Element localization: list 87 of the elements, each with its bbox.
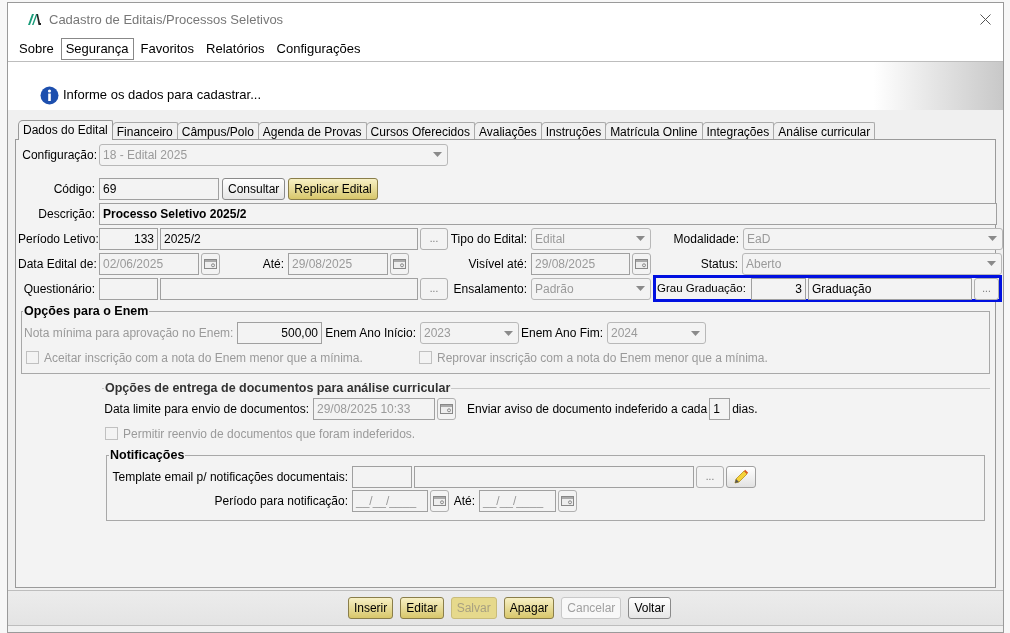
menu-item[interactable]: Favoritos: [135, 37, 200, 60]
checkbox-label: Reprovar inscrição com a nota do Enem menor que a mínima.: [437, 349, 768, 367]
info-icon: [40, 86, 59, 105]
action-button[interactable]: Consultar: [222, 177, 286, 200]
caret-icon: [636, 286, 645, 291]
field-label: Período para notificação:: [213, 493, 349, 510]
field-label: Descrição:: [37, 205, 96, 223]
calendar-icon: [433, 496, 446, 506]
calendar-button[interactable]: [437, 398, 456, 421]
menu-item[interactable]: Segurança: [60, 37, 134, 60]
input-field[interactable]: Processo Seletivo 2025/2: [99, 202, 997, 225]
close-icon[interactable]: [980, 14, 991, 25]
days-label: dias.: [732, 401, 758, 419]
action-button[interactable]: Editar: [400, 597, 444, 619]
tab[interactable]: Integrações: [701, 122, 775, 140]
field-label: Configuração:: [21, 146, 98, 164]
field-label: Visível até:: [467, 255, 528, 273]
tab[interactable]: Câmpus/Polo: [176, 122, 259, 140]
input-field[interactable]: [352, 465, 412, 488]
input-field[interactable]: Graduação: [808, 277, 972, 300]
field-label: Até:: [452, 493, 476, 510]
menu-item[interactable]: Sobre: [14, 37, 59, 60]
tab[interactable]: Instruções: [540, 122, 607, 140]
action-button[interactable]: Replicar Edital: [288, 177, 378, 200]
caret-icon: [691, 330, 700, 336]
action-button[interactable]: Inserir: [347, 597, 394, 619]
checkbox-label: Aceitar inscrição com a nota do Enem menor que a mínima.: [44, 349, 363, 367]
calendar-button[interactable]: [390, 252, 409, 275]
notice-label: Enviar aviso de documento indeferido a cada: [467, 401, 708, 419]
field-label: Enem Ano Início:: [324, 325, 417, 343]
group-title: Opções para o Enem: [23, 303, 150, 320]
field-label: Questionário:: [22, 280, 96, 298]
field-label: Até:: [261, 255, 285, 273]
menu-item[interactable]: Relatórios: [201, 37, 270, 60]
field-label: Template email p/ notificações documentais:: [111, 468, 349, 486]
caret-icon: [504, 330, 513, 336]
browse-button[interactable]: ...: [420, 227, 448, 250]
caret-icon: [988, 236, 997, 241]
calendar-icon: [393, 258, 406, 269]
input-field[interactable]: 69: [99, 177, 219, 200]
browse-button[interactable]: ...: [420, 277, 448, 300]
action-button[interactable]: Voltar: [628, 597, 672, 619]
info-message: Informe os dados para cadastrar...: [63, 85, 261, 104]
calendar-button[interactable]: [430, 490, 449, 512]
input-field[interactable]: 2025/2: [160, 227, 418, 250]
field-label: Modalidade:: [672, 230, 740, 248]
caret-icon: [433, 152, 442, 157]
input-field[interactable]: [99, 277, 158, 300]
checkbox-label: Permitir reenvio de documentos que foram indeferidos.: [123, 425, 416, 443]
field-label: Grau Graduação:: [657, 280, 747, 296]
input-field[interactable]: 133: [99, 227, 158, 250]
window-title: Cadastro de Editais/Processos Seletivos: [49, 10, 284, 29]
browse-button[interactable]: ...: [696, 465, 724, 488]
caret-icon: [987, 261, 996, 266]
edit-button[interactable]: [726, 465, 756, 488]
input-field[interactable]: [414, 465, 694, 488]
calendar-icon: [635, 258, 648, 269]
tab[interactable]: Dados do Edital: [18, 120, 113, 140]
field-label: Ensalamento:: [452, 280, 528, 298]
field-label: Data limite para envio de documentos:: [104, 401, 310, 419]
calendar-icon: [204, 258, 217, 269]
calendar-icon: [561, 496, 574, 506]
app-logo-icon: [28, 14, 41, 25]
calendar-button[interactable]: [201, 252, 220, 275]
field-label: Nota mínima para aprovação no Enem:: [24, 325, 235, 343]
field-label: Período Letivo:: [18, 230, 97, 248]
input-field[interactable]: [160, 277, 418, 300]
tab[interactable]: Avaliações: [473, 122, 542, 140]
action-button[interactable]: Apagar: [503, 597, 555, 619]
browse-button[interactable]: ...: [974, 277, 999, 300]
input-field[interactable]: 3: [751, 277, 806, 300]
field-label: Status:: [699, 255, 739, 273]
field-label: Enem Ano Fim:: [521, 325, 605, 343]
caret-icon: [636, 236, 645, 241]
field-label: Data Edital de:: [18, 255, 97, 273]
input-field[interactable]: 1: [709, 398, 731, 421]
tab[interactable]: Análise curricular: [773, 122, 876, 140]
menu-item[interactable]: Configurações: [271, 37, 366, 60]
group-title: Opções de entrega de documentos para análise curricular: [104, 380, 452, 397]
calendar-button[interactable]: [632, 252, 651, 275]
tab[interactable]: Agenda de Provas: [257, 122, 367, 140]
pencil-icon: [733, 468, 749, 485]
calendar-icon: [440, 404, 453, 415]
field-label: Código:: [52, 180, 96, 198]
field-label: Tipo do Edital:: [450, 230, 528, 248]
calendar-button[interactable]: [558, 490, 577, 512]
group-title: Notificações: [109, 446, 186, 464]
